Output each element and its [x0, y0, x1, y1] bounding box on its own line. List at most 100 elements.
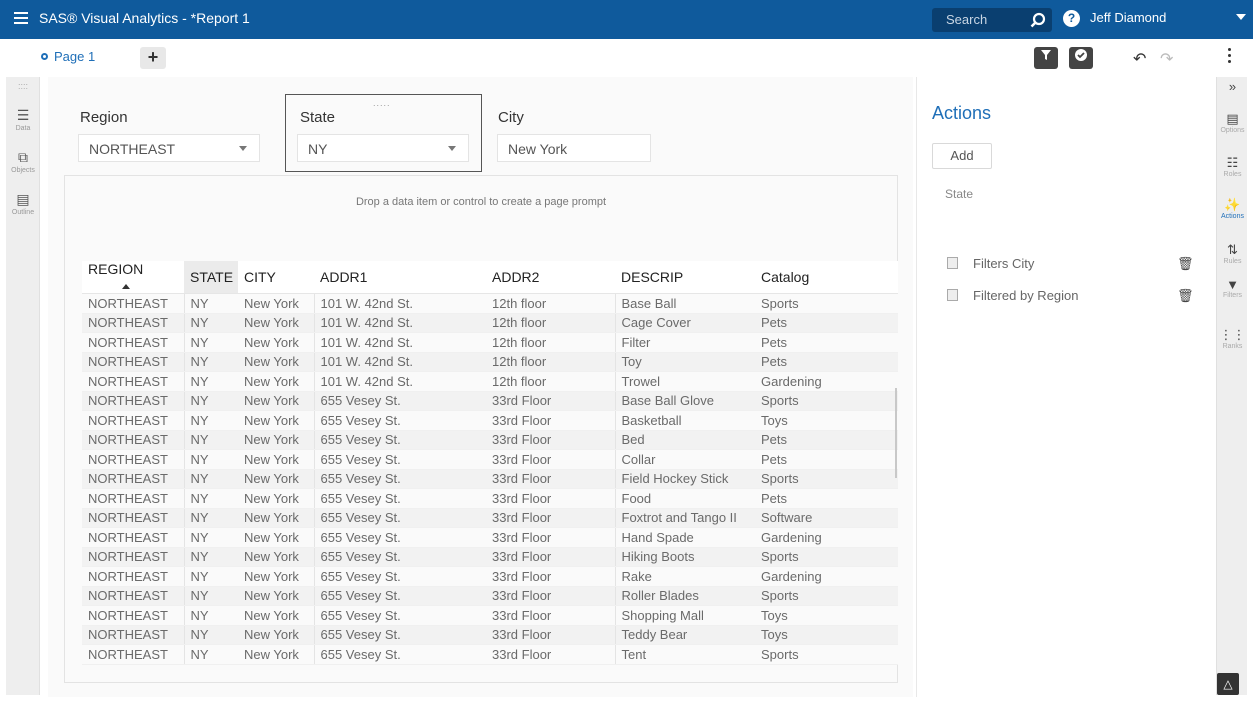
cell-descrip: Field Hockey Stick [614, 469, 755, 489]
cell-addr1: 655 Vesey St. [313, 391, 486, 411]
cell-state: NY [183, 644, 238, 665]
table-row[interactable]: NORTHEAST NY New York 655 Vesey St. 33rd Flo… [82, 527, 898, 548]
cell-descrip: Shopping Mall [614, 605, 755, 626]
column-header-descrip[interactable]: DESCRIP [615, 261, 755, 294]
table-row[interactable]: NORTHEAST NY New York 655 Vesey St. 33rd Flo… [82, 391, 898, 411]
table-row[interactable]: NORTHEAST NY New York 655 Vesey St. 33rd Flo… [82, 566, 898, 587]
rail-roles[interactable]: ☷ Roles [1217, 155, 1248, 178]
undo-icon[interactable]: ↶ [1133, 49, 1146, 69]
list-table[interactable]: REGION STATE CITY ADDR1 ADDR2 DESCRIP Ca… [82, 261, 898, 681]
cell-region: NORTHEAST [82, 449, 184, 470]
rail-actions[interactable]: ✨ Actions [1217, 197, 1248, 220]
rail-rules[interactable]: ⇅ Rules [1217, 242, 1248, 265]
user-menu[interactable]: Jeff Diamond [1090, 10, 1166, 25]
table-row[interactable]: NORTHEAST NY New York 101 W. 42nd St. 12th f… [82, 293, 898, 314]
cell-addr1: 655 Vesey St. [313, 410, 486, 431]
table-row[interactable]: NORTHEAST NY New York 655 Vesey St. 33rd Flo… [82, 469, 898, 489]
column-header-addr2[interactable]: ADDR2 [486, 261, 615, 294]
state-dropdown[interactable]: NY [297, 134, 469, 162]
more-options-icon[interactable] [1228, 48, 1232, 66]
column-header-addr1[interactable]: ADDR1 [314, 261, 486, 294]
table-row[interactable]: NORTHEAST NY New York 655 Vesey St. 33rd Flo… [82, 605, 898, 626]
table-row[interactable]: NORTHEAST NY New York 655 Vesey St. 33rd Flo… [82, 488, 898, 509]
chevron-down-icon [448, 146, 456, 151]
add-page-button[interactable]: + [140, 47, 166, 69]
check-circle-icon[interactable] [1069, 47, 1093, 69]
search-icon[interactable] [1030, 12, 1046, 33]
drag-handle-icon[interactable]: ..... [373, 98, 391, 108]
rail-ranks[interactable]: ⋮⋮ Ranks [1217, 327, 1248, 350]
table-row[interactable]: NORTHEAST NY New York 101 W. 42nd St. 12th f… [82, 352, 898, 372]
region-dropdown[interactable]: NORTHEAST [78, 134, 260, 162]
chevron-down-icon[interactable] [1236, 14, 1246, 20]
cell-state: NY [183, 371, 238, 392]
app-title: SAS® Visual Analytics - *Report 1 [39, 10, 250, 26]
trash-icon[interactable]: 🗑 [1177, 256, 1194, 272]
table-scrollbar[interactable] [895, 388, 897, 478]
column-header-catalog[interactable]: Catalog [755, 261, 898, 294]
cell-state: NY [183, 488, 238, 509]
rail-label: Options [1220, 127, 1245, 134]
table-row[interactable]: NORTHEAST NY New York 655 Vesey St. 33rd Flo… [82, 586, 898, 606]
rail-data[interactable]: ☰ Data [6, 107, 40, 132]
cell-region: NORTHEAST [82, 605, 184, 626]
region-label: Region [80, 109, 128, 126]
table-row[interactable]: NORTHEAST NY New York 101 W. 42nd St. 12th f… [82, 332, 898, 353]
tab-page-1[interactable]: Page 1 [41, 49, 95, 64]
redo-icon[interactable]: ↷ [1160, 49, 1173, 69]
search-box[interactable]: Search [932, 8, 1052, 32]
filter-edit-icon[interactable] [1034, 47, 1058, 69]
cell-addr2: 12th floor [486, 293, 615, 314]
cell-addr2: 33rd Floor [486, 625, 615, 645]
cell-state: NY [183, 527, 238, 548]
table-row[interactable]: NORTHEAST NY New York 655 Vesey St. 33rd Flo… [82, 625, 898, 645]
rail-label: Actions [1221, 213, 1244, 220]
collapse-grip-icon[interactable]: :::: [6, 81, 40, 91]
rail-outline[interactable]: ▤ Outline [6, 191, 40, 216]
city-field[interactable]: New York [497, 134, 651, 162]
left-rail: :::: ☰ Data ⧉ Objects ▤ Outline [6, 77, 40, 695]
table-row[interactable]: NORTHEAST NY New York 655 Vesey St. 33rd Flo… [82, 430, 898, 450]
cell-addr2: 33rd Floor [486, 391, 615, 411]
hamburger-menu-icon[interactable] [14, 12, 28, 24]
action-item[interactable]: Filters City 🗑 [947, 255, 1197, 275]
action-item[interactable]: Filtered by Region 🗑 [947, 287, 1197, 307]
trash-icon[interactable]: 🗑 [1177, 288, 1194, 304]
rail-label: Roles [1223, 171, 1242, 178]
column-header-city[interactable]: CITY [238, 261, 314, 294]
cell-state: NY [183, 332, 238, 353]
pane-title: Actions [932, 103, 992, 123]
cell-addr2: 33rd Floor [486, 469, 615, 489]
rail-filters[interactable]: ▼ Filters [1217, 277, 1248, 299]
column-header-state[interactable]: STATE [184, 261, 238, 294]
cell-catalog: Sports [755, 547, 898, 567]
cell-addr2: 33rd Floor [486, 586, 615, 606]
search-input[interactable]: Search [946, 12, 987, 27]
table-row[interactable]: NORTHEAST NY New York 101 W. 42nd St. 12th f… [82, 371, 898, 392]
cell-state: NY [183, 391, 238, 411]
cell-region: NORTHEAST [82, 410, 184, 431]
rail-objects[interactable]: ⧉ Objects [6, 149, 40, 174]
page-status-icon [41, 53, 48, 60]
table-row[interactable]: NORTHEAST NY New York 655 Vesey St. 33rd Flo… [82, 410, 898, 431]
add-action-button[interactable]: Add [932, 143, 992, 169]
cell-city: New York [238, 430, 314, 450]
rail-options[interactable]: ▤ Options [1217, 111, 1248, 134]
cell-descrip: Bed [614, 430, 755, 450]
column-header-region[interactable]: REGION [82, 261, 184, 294]
page-prompt-dropzone[interactable]: Drop a data item or control to create a … [64, 175, 898, 683]
table-row[interactable]: NORTHEAST NY New York 655 Vesey St. 33rd Flo… [82, 449, 898, 470]
cell-state: NY [183, 352, 238, 372]
pin-icon[interactable]: △ [1217, 673, 1239, 695]
sort-ascending-icon [122, 284, 130, 289]
cell-city: New York [238, 313, 314, 333]
cell-addr1: 655 Vesey St. [313, 527, 486, 548]
cell-city: New York [238, 527, 314, 548]
table-row[interactable]: NORTHEAST NY New York 655 Vesey St. 33rd Flo… [82, 644, 898, 665]
cell-addr1: 101 W. 42nd St. [313, 371, 486, 392]
table-row[interactable]: NORTHEAST NY New York 655 Vesey St. 33rd Flo… [82, 508, 898, 528]
expand-pane-icon[interactable]: » [1217, 79, 1248, 94]
help-icon[interactable]: ? [1063, 10, 1080, 27]
table-row[interactable]: NORTHEAST NY New York 101 W. 42nd St. 12th f… [82, 313, 898, 333]
table-row[interactable]: NORTHEAST NY New York 655 Vesey St. 33rd Flo… [82, 547, 898, 567]
